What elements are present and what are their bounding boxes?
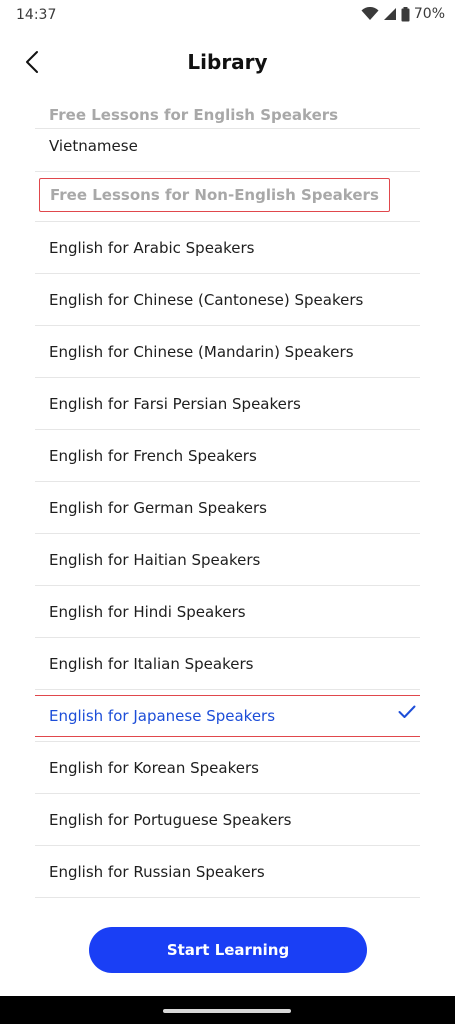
list-item-label: English for Chinese (Mandarin) Speakers <box>49 342 354 361</box>
status-bar: 14:37 70% <box>0 0 455 32</box>
battery-percent: 70% <box>413 6 445 22</box>
list-item-label: English for Farsi Persian Speakers <box>49 394 301 413</box>
list-item-label: English for Italian Speakers <box>49 654 254 673</box>
section-highlight-box: Free Lessons for Non-English Speakers <box>39 178 390 212</box>
list-item[interactable]: English for Japanese Speakers <box>35 690 420 742</box>
library-screen: 14:37 70% Library Vietnamese Free Lesson… <box>0 0 455 1024</box>
list-item[interactable]: English for Farsi Persian Speakers <box>35 378 420 430</box>
list-item[interactable]: English for Chinese (Mandarin) Speakers <box>35 326 420 378</box>
list-item[interactable]: English for Arabic Speakers <box>35 222 420 274</box>
section-header-row-non-english: Free Lessons for Non-English Speakers <box>35 171 420 222</box>
battery-icon <box>401 6 410 22</box>
status-icons: 70% <box>361 6 445 22</box>
list-item-label: English for Korean Speakers <box>49 758 259 777</box>
start-learning-button[interactable]: Start Learning <box>89 927 367 973</box>
list-item-label: English for German Speakers <box>49 498 267 517</box>
list-item[interactable]: English for Haitian Speakers <box>35 534 420 586</box>
wifi-icon <box>361 7 379 21</box>
section-header-english-speakers: Free Lessons for English Speakers <box>49 106 339 124</box>
language-rows: English for Arabic Speakers English for C… <box>35 222 420 898</box>
list-item[interactable]: English for Portuguese Speakers <box>35 794 420 846</box>
app-header: Library <box>0 40 455 88</box>
list-item-label: English for French Speakers <box>49 446 257 465</box>
list-item-label: English for Russian Speakers <box>49 862 265 881</box>
list-item[interactable]: English for Chinese (Cantonese) Speakers <box>35 274 420 326</box>
list-item-vietnamese[interactable]: Vietnamese <box>35 128 420 172</box>
list-item[interactable]: English for French Speakers <box>35 430 420 482</box>
home-handle[interactable] <box>163 1009 291 1013</box>
library-list[interactable]: Vietnamese Free Lessons for English Spea… <box>35 98 420 904</box>
list-item-label: English for Chinese (Cantonese) Speakers <box>49 290 364 309</box>
section-header-non-english-speakers: Free Lessons for Non-English Speakers <box>50 186 379 204</box>
system-nav-bar <box>0 996 455 1024</box>
selection-highlight-box <box>35 695 420 737</box>
list-item-label: English for Hindi Speakers <box>49 602 246 621</box>
signal-icon <box>383 7 397 21</box>
list-item[interactable]: English for Korean Speakers <box>35 742 420 794</box>
list-item-label: English for Portuguese Speakers <box>49 810 292 829</box>
list-item-label: Vietnamese <box>49 137 138 155</box>
checkmark-icon <box>398 705 416 723</box>
list-item[interactable]: English for Italian Speakers <box>35 638 420 690</box>
status-time: 14:37 <box>16 7 57 23</box>
list-item[interactable]: English for Russian Speakers <box>35 846 420 898</box>
list-item[interactable]: English for Hindi Speakers <box>35 586 420 638</box>
list-item[interactable]: English for German Speakers <box>35 482 420 534</box>
list-item-label: English for Haitian Speakers <box>49 550 261 569</box>
list-item-label: English for Arabic Speakers <box>49 238 255 257</box>
page-title: Library <box>187 50 268 74</box>
